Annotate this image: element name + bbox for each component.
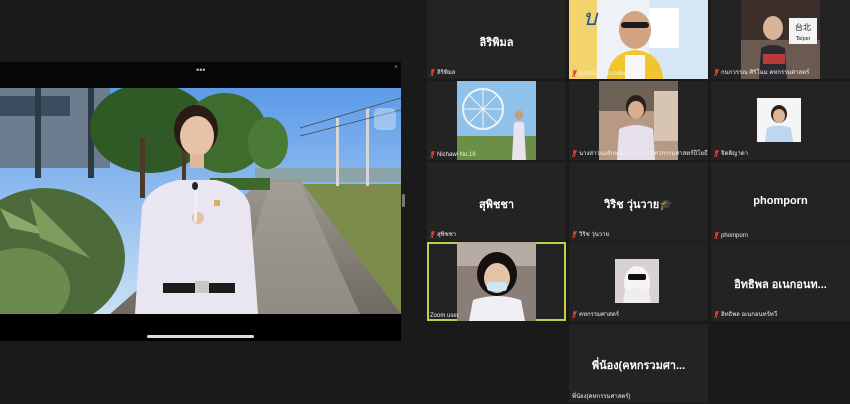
participant-label: Bancha Phumdee <box>572 70 627 77</box>
participant-label: Nichawi No.16 <box>430 151 476 158</box>
muted-mic-icon <box>572 310 577 318</box>
participant-label-text: Bancha Phumdee <box>579 70 627 77</box>
share-close-icon[interactable]: × <box>394 64 398 71</box>
muted-mic-icon <box>430 230 435 238</box>
participant-tile-active-speaker[interactable]: Zoom user <box>427 242 566 321</box>
participant-label-text: จิตติญาดา <box>721 151 749 157</box>
participant-name-center: พี่น้อง(คหกรวมศา... <box>591 360 686 372</box>
muted-mic-icon <box>572 230 577 238</box>
muted-mic-icon <box>714 68 719 76</box>
participant-label-text: คหกรรมศาสตร์ <box>579 312 619 318</box>
participant-label-text: Zoom user <box>430 313 459 319</box>
participant-label: Zoom user <box>430 313 459 319</box>
participant-name-center: phomporn <box>753 195 808 207</box>
participant-label: ลิริพิมล <box>430 67 456 77</box>
participant-name-center: วิริช วุ่นวาย🎓 <box>604 199 673 211</box>
participant-label-text: วิริช วุ่นวาย <box>579 232 610 238</box>
participant-label: พี่น้อง(คหกรรมศาสตร์) <box>572 391 631 401</box>
participant-video <box>457 242 536 321</box>
participant-label-text: ลิริพิมล <box>437 70 456 76</box>
participant-gallery: ลิริพิมล ลิริพิมล บ Bancha Phumdee 台北 Ta… <box>427 0 850 404</box>
shared-video-frame <box>0 88 401 314</box>
share-titlebar: ••• × <box>0 62 401 88</box>
participant-label-text: อิทธิพล อเนกอนทร์ทวี <box>721 312 778 318</box>
participant-video <box>615 259 659 303</box>
participant-video <box>757 98 801 142</box>
participant-label: นางสาวนงลักษณ์ จำปาเทศ วิศวกรรมศาสตร์ปีโ… <box>572 148 708 158</box>
participant-tile[interactable]: คหกรรมศาสตร์ <box>569 242 708 321</box>
shared-screen-window[interactable]: ••• × <box>0 62 401 341</box>
participant-label: กนกวรรณ ศิริโฉม คหกรรมศาสตร์ <box>714 67 809 77</box>
participant-label-text: พี่น้อง(คหกรรมศาสตร์) <box>572 394 631 400</box>
participant-tile[interactable]: Nichawi No.16 <box>427 81 566 160</box>
participant-tile[interactable]: phomporn phomporn <box>711 162 850 241</box>
participant-label: วิริช วุ่นวาย <box>572 229 609 239</box>
participant-label: คหกรรมศาสตร์ <box>572 309 619 319</box>
pane-splitter-handle[interactable] <box>402 194 405 207</box>
participant-tile[interactable]: นางสาวนงลักษณ์ จำปาเทศ วิศวกรรมศาสตร์ปีโ… <box>569 81 708 160</box>
video-progress-bar[interactable] <box>147 335 254 338</box>
participant-tile[interactable]: วิริช วุ่นวาย🎓 วิริช วุ่นวาย <box>569 162 708 241</box>
participant-label: อิทธิพล อเนกอนทร์ทวี <box>714 309 777 319</box>
participant-tile[interactable]: บ Bancha Phumdee <box>569 0 708 79</box>
muted-mic-icon <box>714 149 719 157</box>
participant-label-text: นางสาวนงลักษณ์ จำปาเทศ วิศวกรรมศาสตร์ปีโ… <box>579 151 708 157</box>
svg-text:บ: บ <box>583 5 599 30</box>
participant-name-center: อิทธิพล อเนกอนท... <box>734 279 827 291</box>
participant-label: phomporn <box>714 232 748 239</box>
participant-label-text: Nichawi No.16 <box>437 151 476 158</box>
svg-text:台北: 台北 <box>795 22 811 32</box>
participant-tile[interactable]: จิตติญาดา <box>711 81 850 160</box>
participant-video <box>457 81 536 160</box>
participant-tile[interactable]: อิทธิพล อเนกอนท... อิทธิพล อเนกอนทร์ทวี <box>711 242 850 321</box>
participant-label-text: สุพิชชา <box>437 232 457 238</box>
muted-mic-icon <box>714 310 719 318</box>
participant-label: สุพิชชา <box>430 229 456 239</box>
participant-label-text: phomporn <box>721 232 749 239</box>
shared-screen-pane[interactable]: ••• × <box>0 0 405 404</box>
participant-tile[interactable]: สุพิชชา สุพิชชา <box>427 162 566 241</box>
participant-name-center: สุพิชชา <box>478 199 515 211</box>
muted-mic-icon <box>430 68 435 76</box>
muted-mic-icon <box>714 232 719 239</box>
participant-video: บ <box>569 0 708 79</box>
muted-mic-icon <box>430 151 435 158</box>
participant-label-text: กนกวรรณ ศิริโฉม คหกรรมศาสตร์ <box>721 70 810 76</box>
participant-tile[interactable]: 台北 Taipei กนกวรรณ ศิริโฉม คหกรรมศาสตร์ <box>711 0 850 79</box>
participant-label: จิตติญาดา <box>714 148 748 158</box>
participant-name-center: ลิริพิมล <box>479 37 514 49</box>
participant-tile[interactable]: พี่น้อง(คหกรวมศา... พี่น้อง(คหกรรมศาสตร์… <box>569 324 708 403</box>
participant-tile[interactable]: ลิริพิมล ลิริพิมล <box>427 0 566 79</box>
muted-mic-icon <box>572 149 577 157</box>
muted-mic-icon <box>572 70 577 77</box>
share-options-dots-icon[interactable]: ••• <box>196 65 205 75</box>
svg-text:Taipei: Taipei <box>795 36 810 42</box>
